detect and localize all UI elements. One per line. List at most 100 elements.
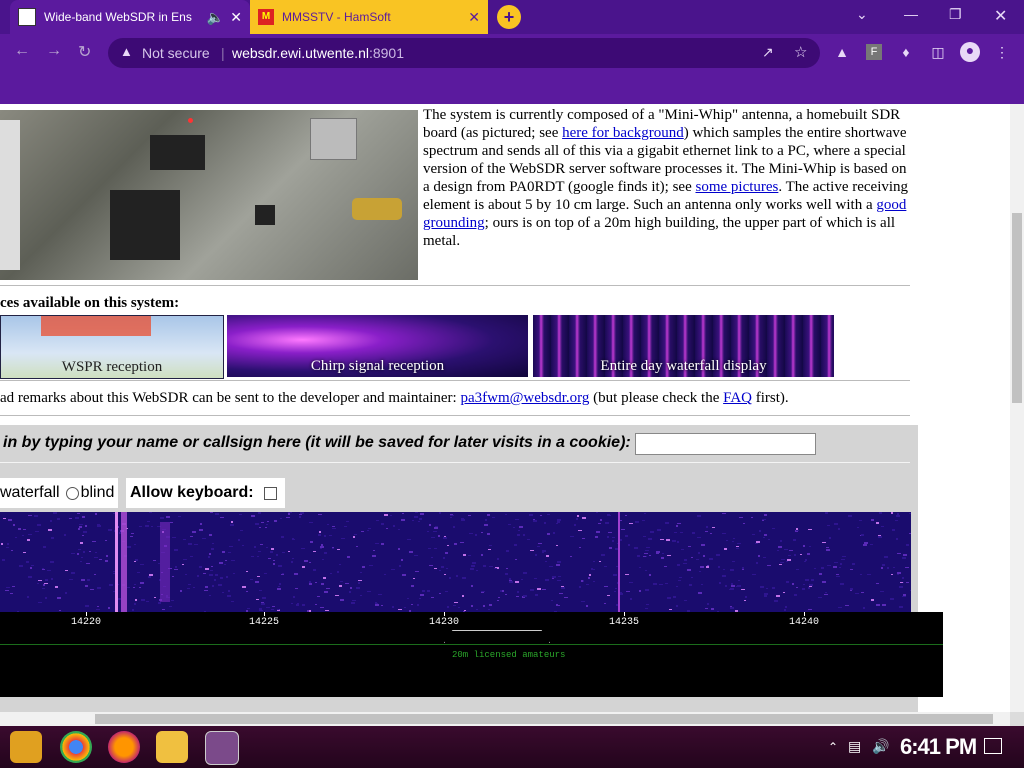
start-button-icon[interactable]	[10, 731, 42, 763]
close-icon[interactable]: ✕	[468, 9, 480, 26]
service-chirp[interactable]: Chirp signal reception	[227, 315, 528, 377]
security-label[interactable]: Not secure	[142, 45, 210, 61]
noise-pixel	[77, 513, 80, 514]
freq-tick-label: 14225	[249, 617, 280, 628]
noise-pixel	[89, 551, 91, 552]
firefox-taskbar-icon[interactable]	[108, 731, 140, 763]
speaker-icon[interactable]: 🔈	[207, 9, 224, 26]
noise-pixel	[796, 587, 798, 588]
some-pictures-link[interactable]: some pictures	[695, 179, 778, 195]
side-panel-icon[interactable]: ◫	[930, 44, 946, 60]
allow-keyboard-checkbox[interactable]	[263, 486, 277, 500]
noise-pixel	[447, 545, 449, 546]
chrome-taskbar-icon[interactable]	[60, 731, 92, 763]
noise-pixel	[273, 563, 275, 565]
blind-option-label[interactable]: blind	[81, 484, 115, 502]
new-tab-button[interactable]: +	[497, 5, 521, 29]
noise-pixel	[444, 574, 446, 575]
noise-pixel	[247, 608, 250, 609]
noise-pixel	[194, 544, 198, 545]
tab-websdr[interactable]: Wide-band WebSDR in Ens 🔈 ✕	[10, 0, 250, 34]
window-close-icon[interactable]: ✕	[994, 6, 1007, 26]
noise-pixel	[483, 605, 485, 607]
noise-pixel	[145, 526, 147, 527]
noise-pixel	[481, 532, 483, 533]
extension-f-icon[interactable]: F	[866, 44, 882, 60]
noise-pixel	[422, 590, 425, 592]
notification-icon[interactable]	[984, 738, 1002, 754]
noise-pixel	[315, 604, 317, 605]
noise-pixel	[547, 514, 550, 515]
noise-pixel	[582, 517, 586, 519]
noise-pixel	[681, 549, 684, 550]
noise-pixel	[158, 602, 161, 604]
service-day-waterfall[interactable]: Entire day waterfall display	[533, 315, 834, 377]
background-link[interactable]: here for background	[562, 125, 684, 141]
noise-pixel	[494, 568, 497, 569]
warning-icon[interactable]: ▲	[120, 44, 133, 59]
noise-pixel	[751, 517, 753, 518]
noise-pixel	[332, 528, 336, 529]
noise-pixel	[414, 555, 418, 556]
noise-pixel	[256, 599, 259, 600]
noise-pixel	[723, 569, 725, 570]
puzzle-icon[interactable]: ♦	[898, 44, 914, 60]
noise-pixel	[803, 584, 805, 585]
noise-pixel	[48, 529, 52, 531]
profile-avatar-icon[interactable]: ●	[960, 42, 980, 62]
noise-pixel	[870, 544, 873, 545]
bookmark-star-icon[interactable]: ☆	[794, 43, 807, 61]
noise-pixel	[322, 559, 324, 560]
tray-chevron-icon[interactable]: ⌃	[828, 740, 838, 754]
network-icon[interactable]: ▤	[848, 738, 861, 755]
back-icon[interactable]: ←	[14, 42, 30, 60]
freq-tick-label: 14220	[71, 617, 102, 628]
blind-radio[interactable]	[65, 486, 79, 500]
tab-search-icon[interactable]: ⌄	[856, 6, 868, 23]
noise-pixel	[468, 515, 471, 516]
callsign-input[interactable]	[635, 433, 816, 455]
address-bar[interactable]: ▲ Not secure | websdr.ewi.utwente.nl:890…	[108, 38, 820, 68]
noise-pixel	[369, 565, 373, 566]
noise-pixel	[909, 513, 911, 514]
menu-kebab-icon[interactable]: ⋮	[994, 44, 1010, 60]
taskbar-clock[interactable]: 6:41 PM	[900, 734, 977, 760]
noise-pixel	[419, 598, 421, 599]
horizontal-scroll-thumb[interactable]	[95, 714, 993, 724]
email-link[interactable]: pa3fwm@websdr.org	[460, 390, 589, 406]
reload-icon[interactable]: ↻	[78, 42, 91, 62]
noise-pixel	[628, 544, 630, 546]
noise-pixel	[739, 517, 743, 518]
noise-pixel	[439, 570, 441, 571]
waterfall-display[interactable]	[0, 512, 911, 612]
service-wspr[interactable]: WSPR reception	[0, 315, 224, 379]
waterfall-option-label[interactable]: waterfall	[0, 484, 60, 502]
url-text[interactable]: websdr.ewi.utwente.nl:8901	[232, 45, 404, 61]
noise-pixel	[657, 529, 661, 531]
noise-pixel	[384, 574, 386, 575]
noise-pixel	[768, 539, 770, 540]
noise-pixel	[530, 589, 534, 591]
noise-pixel	[280, 518, 282, 519]
passband-indicator[interactable]	[444, 630, 550, 643]
file-explorer-taskbar-icon[interactable]	[156, 731, 188, 763]
vertical-scrollbar[interactable]	[1010, 104, 1024, 712]
noise-pixel	[699, 571, 701, 572]
noise-pixel	[574, 524, 576, 526]
faq-link[interactable]: FAQ	[723, 390, 752, 406]
noise-pixel	[776, 595, 780, 597]
vertical-scroll-thumb[interactable]	[1012, 213, 1022, 403]
share-icon[interactable]: ↗	[762, 44, 774, 61]
restore-icon[interactable]: ❐	[949, 6, 962, 23]
noise-pixel	[476, 609, 478, 610]
minimize-icon[interactable]: —	[904, 6, 918, 22]
close-icon[interactable]: ✕	[230, 9, 242, 26]
frequency-scale[interactable]: 14220 14225 14230 14235 14240 20m licens…	[0, 612, 943, 697]
noise-pixel	[393, 525, 395, 527]
noise-pixel	[871, 599, 874, 601]
extension-icon[interactable]: ▲	[834, 44, 850, 60]
volume-icon[interactable]: 🔊	[872, 738, 889, 755]
mmsstv-taskbar-icon[interactable]	[205, 731, 239, 765]
forward-icon[interactable]: →	[46, 42, 62, 60]
tab-mmsstv[interactable]: M MMSSTV - HamSoft ✕	[250, 0, 488, 34]
